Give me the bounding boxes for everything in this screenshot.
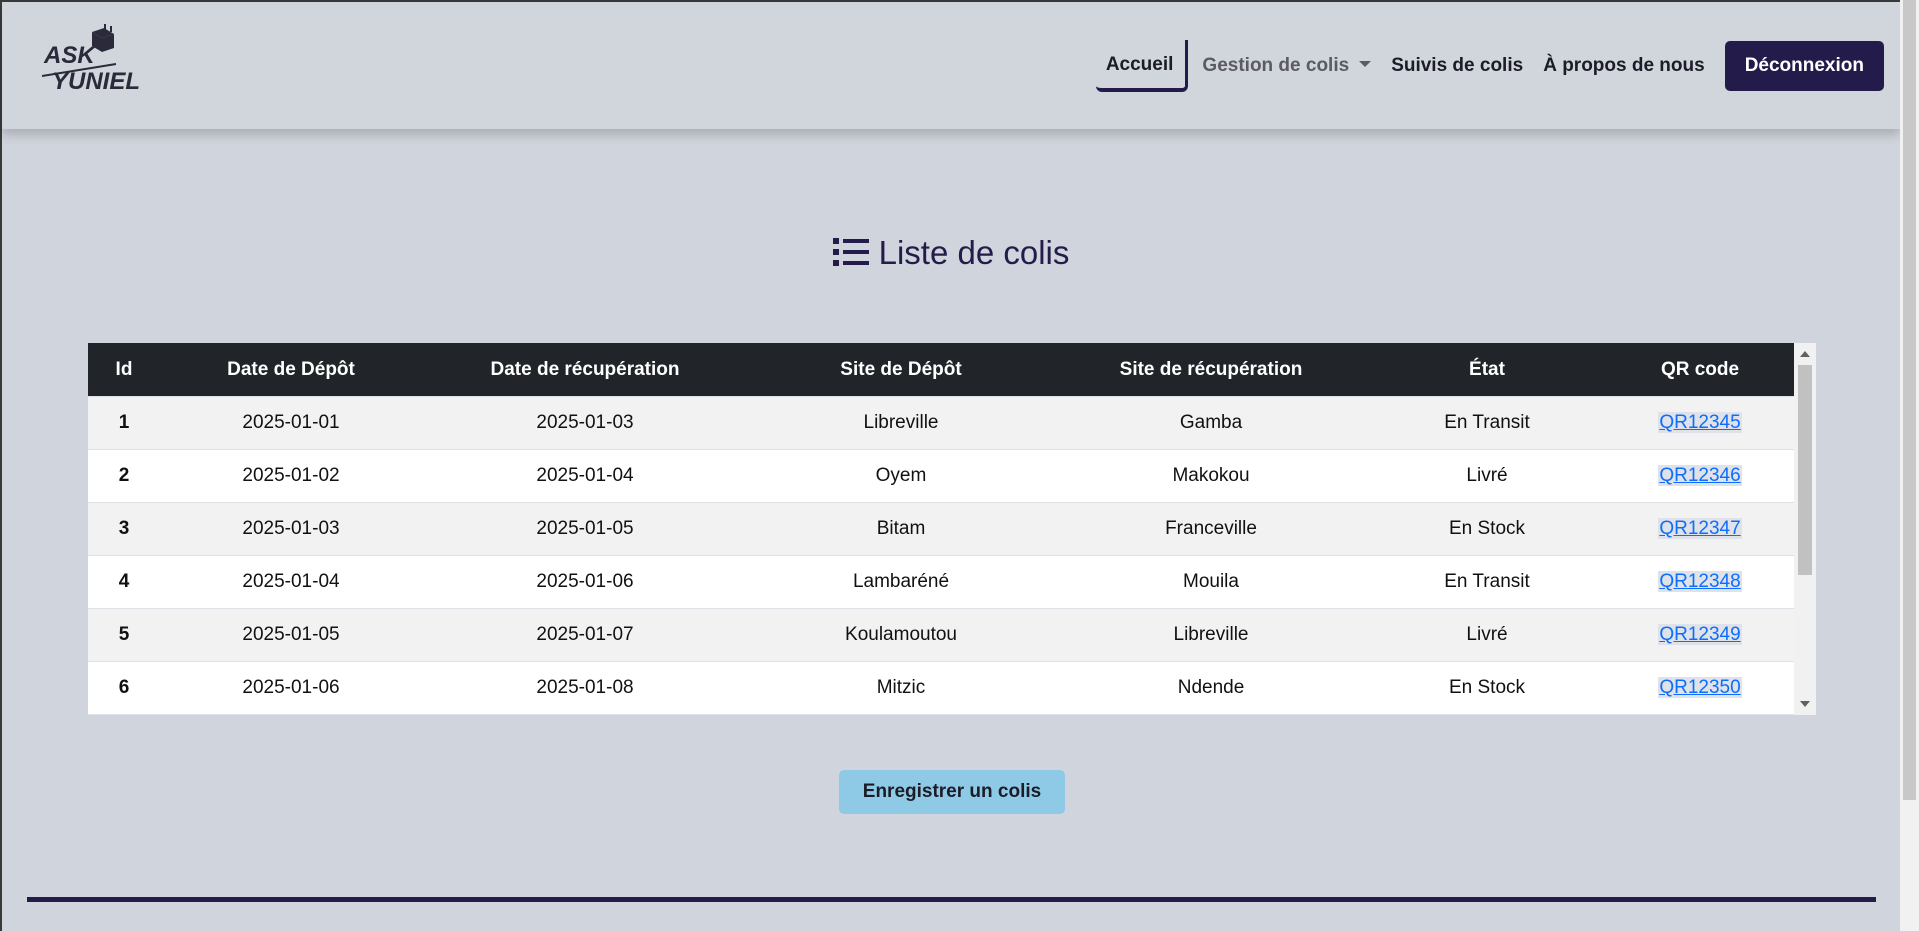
page-title: Liste de colis — [2, 234, 1900, 272]
table-row: 4 2025-01-04 2025-01-06 Lambaréné Mouila… — [88, 555, 1794, 609]
brand-line-2: YUNIEL — [52, 68, 141, 95]
table-scrollbar[interactable] — [1794, 343, 1816, 715]
cell-pickup-site: Libreville — [1054, 608, 1368, 662]
table-row: 2 2025-01-02 2025-01-04 Oyem Makokou Liv… — [88, 449, 1794, 503]
cell-deposit-date: 2025-01-01 — [160, 396, 422, 450]
col-header-pickup-site: Site de récupération — [1054, 343, 1368, 397]
cell-pickup-site: Gamba — [1054, 396, 1368, 450]
brand-logo[interactable]: ASK YUNIEL — [41, 24, 140, 100]
cell-status: Livré — [1368, 608, 1606, 662]
cell-qr-code: QR12347 — [1606, 502, 1794, 556]
table-header-row: Id Date de Dépôt Date de récupération Si… — [88, 343, 1794, 397]
cell-pickup-date: 2025-01-04 — [422, 449, 748, 503]
nav-manage-dropdown[interactable]: Gestion de colis — [1192, 40, 1381, 92]
table-row-partial — [88, 714, 1794, 715]
cell-pickup-date: 2025-01-06 — [422, 555, 748, 609]
cell-qr-code: QR12350 — [1606, 661, 1794, 715]
cell-partial — [1054, 714, 1368, 715]
cell-deposit-date: 2025-01-05 — [160, 608, 422, 662]
table-row: 6 2025-01-06 2025-01-08 Mitzic Ndende En… — [88, 661, 1794, 715]
table-row: 3 2025-01-03 2025-01-05 Bitam Francevill… — [88, 502, 1794, 556]
col-header-qr-code: QR code — [1606, 343, 1794, 397]
cell-pickup-date: 2025-01-05 — [422, 502, 748, 556]
cell-status: En Transit — [1368, 396, 1606, 450]
cell-pickup-date: 2025-01-03 — [422, 396, 748, 450]
cell-qr-code: QR12349 — [1606, 608, 1794, 662]
navbar: ASK YUNIEL Accueil Gestion de colis Suiv… — [2, 2, 1900, 129]
col-header-id: Id — [88, 343, 160, 397]
register-parcel-button[interactable]: Enregistrer un colis — [839, 770, 1065, 814]
cell-deposit-site: Mitzic — [748, 661, 1054, 715]
scroll-up-arrow-icon[interactable] — [1800, 351, 1810, 357]
cell-pickup-site: Makokou — [1054, 449, 1368, 503]
qr-code-link[interactable]: QR12350 — [1658, 677, 1742, 698]
cell-pickup-site: Ndende — [1054, 661, 1368, 715]
cell-partial — [1606, 714, 1794, 715]
page-scrollbar[interactable] — [1900, 0, 1919, 931]
cell-partial — [748, 714, 1054, 715]
qr-code-link[interactable]: QR12348 — [1658, 571, 1742, 592]
col-header-deposit-site: Site de Dépôt — [748, 343, 1054, 397]
cell-qr-code: QR12345 — [1606, 396, 1794, 450]
cell-partial — [1368, 714, 1606, 715]
list-icon — [832, 238, 869, 266]
cell-status: En Stock — [1368, 502, 1606, 556]
cell-status: En Stock — [1368, 661, 1606, 715]
cell-id: 2 — [88, 449, 160, 503]
table-scroll-thumb[interactable] — [1798, 365, 1812, 575]
cell-id: 6 — [88, 661, 160, 715]
col-header-deposit-date: Date de Dépôt — [160, 343, 422, 397]
footer-divider — [27, 897, 1876, 902]
cell-id: 3 — [88, 502, 160, 556]
scroll-down-arrow-icon[interactable] — [1800, 701, 1810, 707]
cell-qr-code: QR12346 — [1606, 449, 1794, 503]
qr-code-link[interactable]: QR12345 — [1658, 412, 1742, 433]
cell-deposit-date: 2025-01-02 — [160, 449, 422, 503]
parcels-table-container[interactable]: Id Date de Dépôt Date de récupération Si… — [88, 343, 1816, 715]
table-row: 1 2025-01-01 2025-01-03 Libreville Gamba… — [88, 396, 1794, 450]
page-scroll-thumb[interactable] — [1903, 0, 1916, 800]
caret-down-icon — [1359, 60, 1372, 67]
table-row: 5 2025-01-05 2025-01-07 Koulamoutou Libr… — [88, 608, 1794, 662]
cell-deposit-date: 2025-01-04 — [160, 555, 422, 609]
browser-viewport: ASK YUNIEL Accueil Gestion de colis Suiv… — [0, 0, 1900, 931]
cell-deposit-site: Koulamoutou — [748, 608, 1054, 662]
cell-qr-code: QR12348 — [1606, 555, 1794, 609]
logout-button[interactable]: Déconnexion — [1724, 41, 1884, 91]
cell-id: 4 — [88, 555, 160, 609]
cell-pickup-site: Mouila — [1054, 555, 1368, 609]
parcels-table: Id Date de Dépôt Date de récupération Si… — [88, 343, 1794, 715]
nav-tracking[interactable]: Suivis de colis — [1381, 40, 1533, 92]
page-title-text: Liste de colis — [878, 234, 1070, 271]
cell-id: 1 — [88, 396, 160, 450]
qr-code-link[interactable]: QR12349 — [1658, 624, 1742, 645]
cell-deposit-site: Bitam — [748, 502, 1054, 556]
nav-home[interactable]: Accueil — [1095, 40, 1189, 92]
nav-manage-label: Gestion de colis — [1202, 55, 1350, 76]
main-nav: Accueil Gestion de colis Suivis de colis… — [1095, 40, 1884, 92]
cell-pickup-site: Franceville — [1054, 502, 1368, 556]
cell-pickup-date: 2025-01-07 — [422, 608, 748, 662]
cell-status: Livré — [1368, 449, 1606, 503]
cell-deposit-site: Lambaréné — [748, 555, 1054, 609]
cell-status: En Transit — [1368, 555, 1606, 609]
cell-partial — [160, 714, 422, 715]
cell-deposit-date: 2025-01-03 — [160, 502, 422, 556]
nav-about[interactable]: À propos de nous — [1533, 40, 1715, 92]
qr-code-link[interactable]: QR12347 — [1658, 518, 1742, 539]
cell-deposit-site: Oyem — [748, 449, 1054, 503]
cell-pickup-date: 2025-01-08 — [422, 661, 748, 715]
cell-partial — [88, 714, 160, 715]
col-header-pickup-date: Date de récupération — [422, 343, 748, 397]
cell-deposit-site: Libreville — [748, 396, 1054, 450]
cell-id: 5 — [88, 608, 160, 662]
cell-deposit-date: 2025-01-06 — [160, 661, 422, 715]
cell-partial — [422, 714, 748, 715]
col-header-status: État — [1368, 343, 1606, 397]
qr-code-link[interactable]: QR12346 — [1658, 465, 1742, 486]
brand-line-1: ASK — [44, 42, 95, 69]
